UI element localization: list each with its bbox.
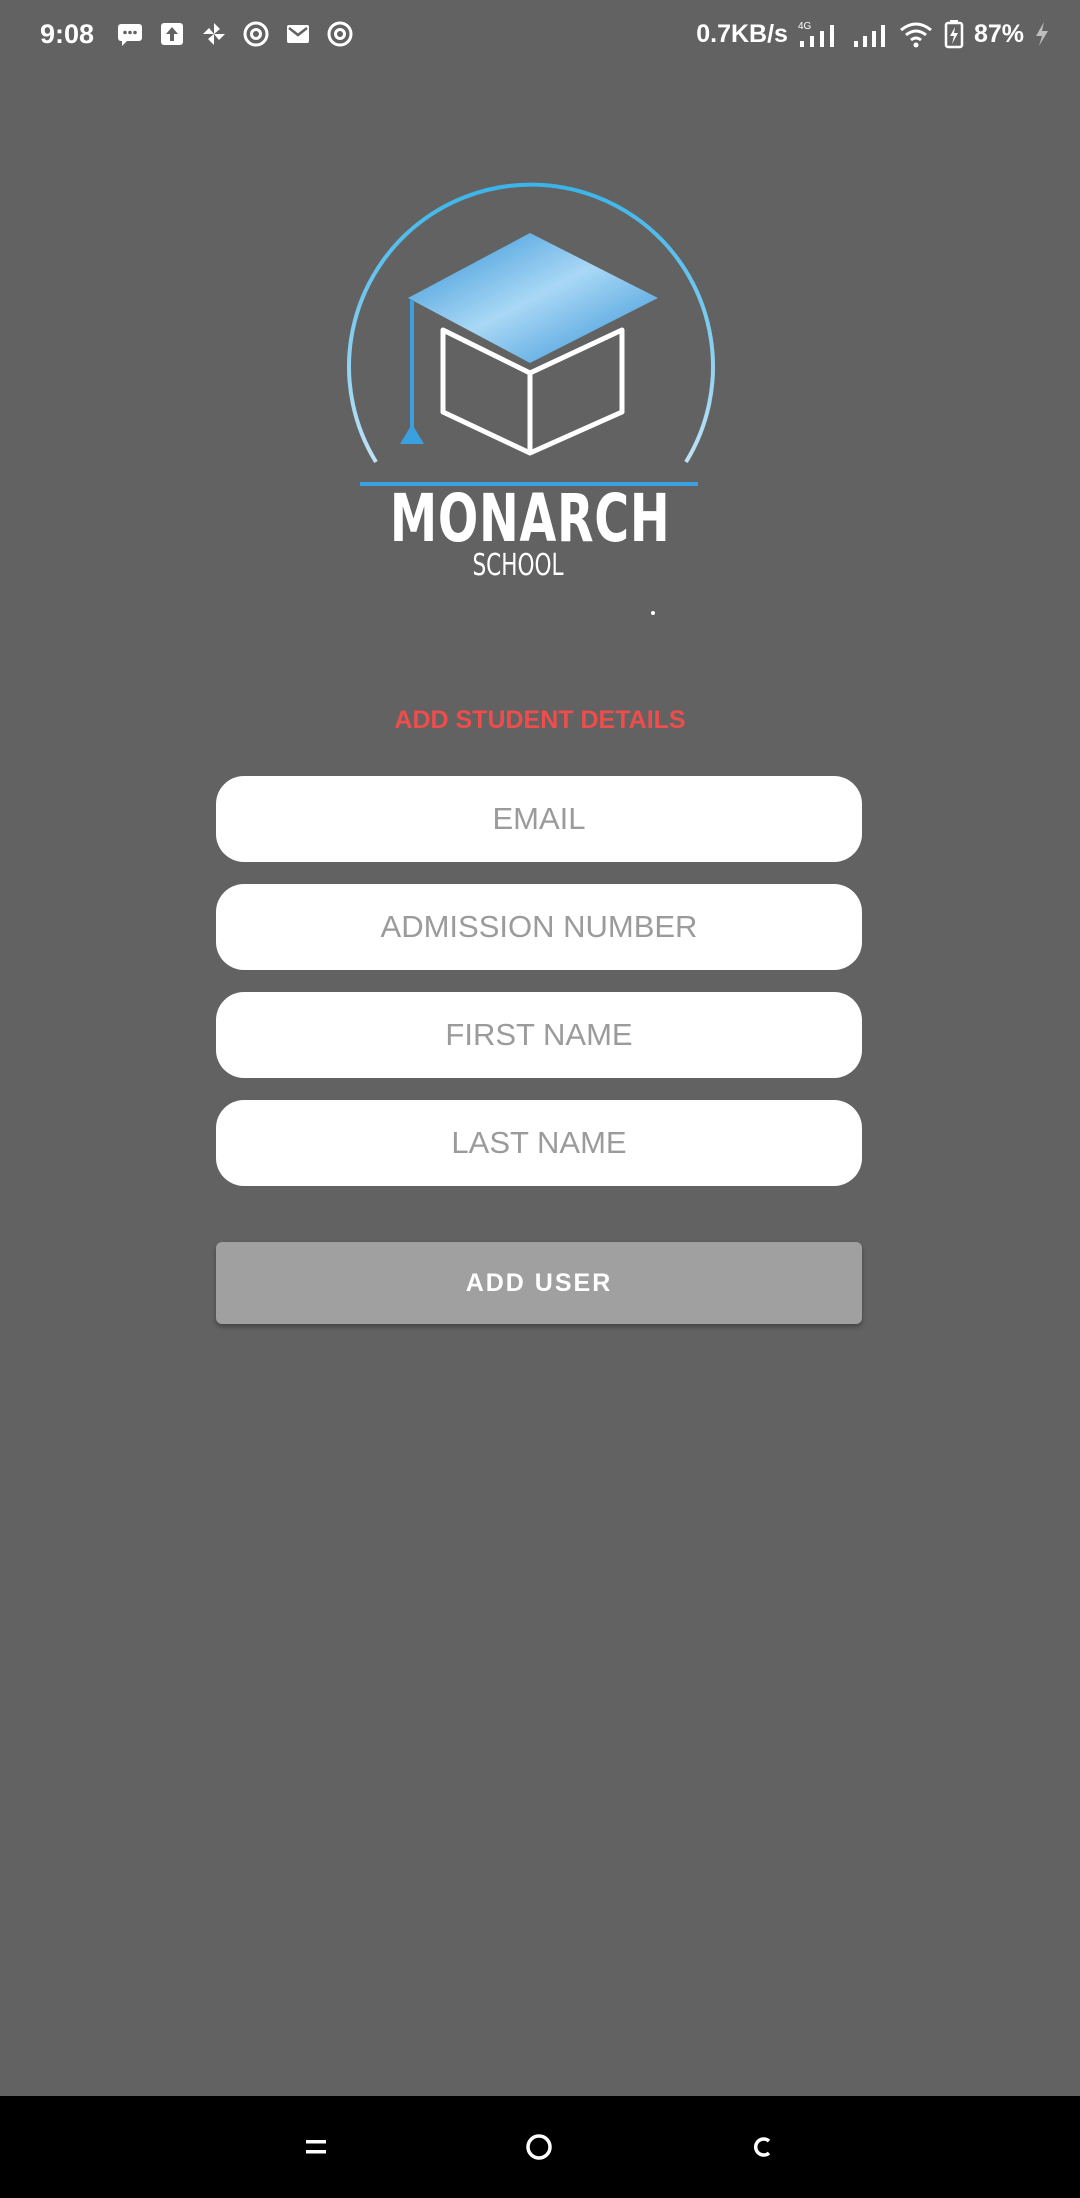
pinwheel-icon: [203, 23, 226, 45]
upload-icon: [161, 23, 184, 45]
status-left: 9:08: [40, 0, 354, 68]
email-field[interactable]: [216, 776, 862, 862]
nav-back-button[interactable]: [703, 2096, 823, 2198]
at-icon: [327, 21, 353, 47]
net-speed: 0.7KB/s: [696, 19, 788, 48]
first-name-field[interactable]: [216, 992, 862, 1078]
message-icon: [118, 24, 143, 46]
signal-icon: [853, 25, 885, 47]
graduation-cap-logo-icon: [347, 182, 715, 486]
last-name-field[interactable]: [216, 1100, 862, 1186]
battery-charging-icon: [944, 20, 964, 49]
mail-icon: [287, 25, 310, 43]
nav-menu-button[interactable]: [256, 2096, 376, 2198]
wifi-icon: [900, 22, 932, 48]
school-logo: MONARCH SCHOOL: [340, 180, 740, 630]
admission-number-field[interactable]: [216, 884, 862, 970]
add-user-button[interactable]: ADD USER: [216, 1242, 862, 1324]
brand-name: MONARCH: [389, 480, 671, 557]
battery-percent: 87%: [973, 19, 1024, 48]
status-bar: 9:08 0.7KB/s 4G 87%: [0, 0, 1080, 68]
brand-subtitle: SCHOOL: [472, 548, 564, 583]
system-nav-bar: [0, 2096, 1080, 2198]
status-time: 9:08: [40, 18, 95, 49]
home-icon: [526, 2134, 552, 2160]
status-right: 0.7KB/s 4G 87%: [696, 0, 1050, 68]
bolt-icon: [1036, 22, 1048, 46]
decorative-dot: [651, 611, 655, 615]
network-type-label: 4G: [798, 21, 812, 32]
signal-4g-icon: 4G: [798, 21, 834, 47]
menu-icon: [306, 2140, 326, 2154]
back-icon: [753, 2137, 771, 2157]
nav-home-button[interactable]: [479, 2096, 599, 2198]
form-title: ADD STUDENT DETAILS: [394, 706, 686, 734]
at-icon: [243, 21, 269, 47]
